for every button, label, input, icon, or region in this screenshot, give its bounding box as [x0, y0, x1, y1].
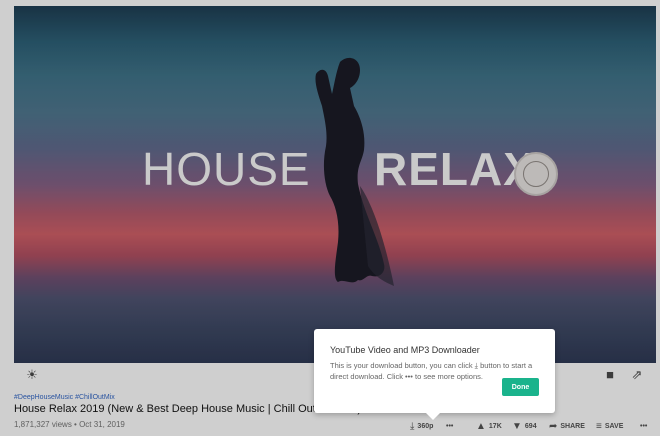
downloader-tooltip: YouTube Video and MP3 Downloader This is…: [314, 329, 555, 420]
tooltip-body-text-3: to see more options.: [415, 372, 483, 381]
share-button[interactable]: ➦ SHARE: [549, 419, 585, 433]
hashtags-link[interactable]: #DeepHouseMusic #ChillOutMix: [14, 394, 115, 401]
save-icon: ≡: [596, 420, 602, 432]
video-dim-overlay: [14, 6, 656, 363]
download-more-button[interactable]: •••: [446, 419, 453, 433]
camera-icon[interactable]: ■: [602, 367, 618, 383]
save-button[interactable]: ≡ SAVE: [596, 419, 623, 433]
like-button[interactable]: ▲ 17K: [476, 419, 502, 433]
like-icon: ▲: [476, 420, 486, 432]
view-count-date: 1,871,327 views • Oct 31, 2019: [14, 420, 125, 429]
download-button[interactable]: ⤓ 360p: [410, 419, 433, 433]
video-player[interactable]: HOUSE RELAX: [14, 6, 656, 363]
share-label: SHARE: [560, 422, 585, 430]
save-label: SAVE: [604, 422, 624, 430]
like-count: 17K: [488, 422, 502, 430]
tooltip-body-text-1: This is your download button, you can cl…: [330, 361, 473, 370]
dislike-count: 694: [524, 422, 537, 430]
done-button[interactable]: Done: [502, 378, 539, 396]
more-icon: •••: [405, 372, 413, 381]
brightness-icon[interactable]: ☀: [24, 367, 40, 383]
share-out-icon[interactable]: ⇗: [629, 367, 645, 383]
download-quality: 360p: [417, 422, 434, 430]
overflow-icon: •••: [640, 422, 648, 430]
video-title: House Relax 2019 (New & Best Deep House …: [14, 403, 362, 415]
tooltip-title: YouTube Video and MP3 Downloader: [330, 345, 480, 355]
dislike-button[interactable]: ▼ 694: [512, 419, 537, 433]
download-icon: ⤓: [474, 361, 478, 370]
download-icon: ⤓: [410, 420, 415, 432]
share-icon: ➦: [549, 420, 558, 432]
page: HOUSE RELAX ☀ ■ ⇗ #DeepHouseMusic #Chill…: [0, 0, 660, 436]
overflow-menu-button[interactable]: •••: [640, 419, 647, 433]
dislike-icon: ▼: [512, 420, 522, 432]
more-icon: •••: [446, 422, 454, 430]
